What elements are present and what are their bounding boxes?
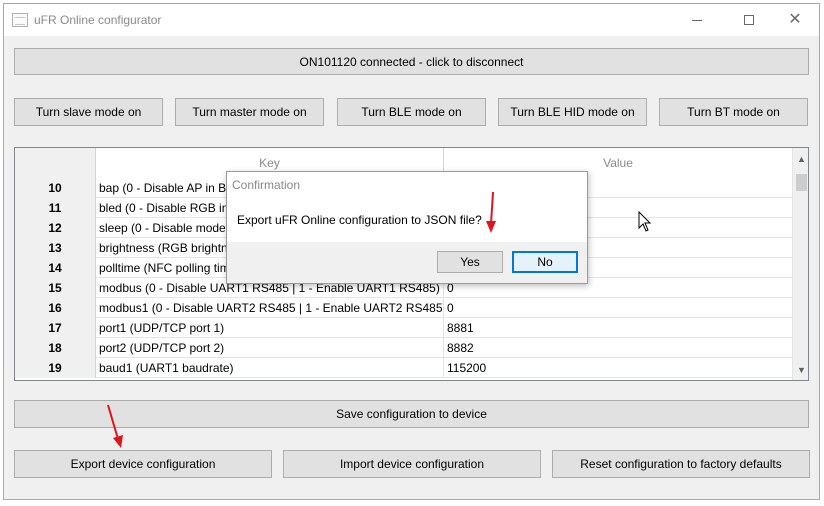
row-key[interactable]: port2 (UDP/TCP port 2) xyxy=(96,338,444,358)
save-configuration-button[interactable]: Save configuration to device xyxy=(14,400,809,428)
row-value[interactable]: 8881 xyxy=(444,318,792,338)
vertical-scrollbar[interactable]: ▲ ▼ xyxy=(792,148,808,380)
row-value[interactable]: 0 xyxy=(444,298,792,318)
mouse-cursor-icon xyxy=(638,211,652,232)
minimize-icon xyxy=(692,19,702,21)
scroll-down-icon[interactable]: ▼ xyxy=(793,361,808,378)
row-number[interactable]: 10 xyxy=(15,178,96,198)
disconnect-button[interactable]: ON101120 connected - click to disconnect xyxy=(14,48,809,75)
row-number[interactable]: 15 xyxy=(15,278,96,298)
dialog-title: Confirmation xyxy=(232,178,301,192)
grid-corner[interactable] xyxy=(15,148,96,178)
bt-mode-button[interactable]: Turn BT mode on xyxy=(659,98,808,126)
row-number[interactable]: 12 xyxy=(15,218,96,238)
yes-button[interactable]: Yes xyxy=(437,251,503,273)
export-configuration-button[interactable]: Export device configuration xyxy=(14,450,272,478)
master-mode-button[interactable]: Turn master mode on xyxy=(175,98,324,126)
scroll-up-icon[interactable]: ▲ xyxy=(793,150,808,167)
row-key[interactable]: modbus1 (0 - Disable UART2 RS485 | 1 - E… xyxy=(96,298,444,318)
row-key[interactable]: port1 (UDP/TCP port 1) xyxy=(96,318,444,338)
table-row[interactable]: 18 port2 (UDP/TCP port 2) 8882 xyxy=(15,338,792,358)
row-number[interactable]: 11 xyxy=(15,198,96,218)
maximize-button[interactable] xyxy=(726,4,772,36)
annotation-arrow-icon xyxy=(107,404,123,448)
row-number[interactable]: 13 xyxy=(15,238,96,258)
ble-mode-button[interactable]: Turn BLE mode on xyxy=(337,98,486,126)
no-button[interactable]: No xyxy=(512,251,578,273)
dialog-message: Export uFR Online configuration to JSON … xyxy=(237,213,482,227)
row-number[interactable]: 16 xyxy=(15,298,96,318)
window-title: uFR Online configurator xyxy=(34,13,162,27)
title-bar: uFR Online configurator ✕ xyxy=(4,4,819,36)
ble-hid-mode-button[interactable]: Turn BLE HID mode on xyxy=(498,98,647,126)
app-icon xyxy=(12,13,28,27)
maximize-icon xyxy=(744,15,754,25)
confirmation-dialog: Confirmation Export uFR Online configura… xyxy=(226,171,588,284)
table-row[interactable]: 17 port1 (UDP/TCP port 1) 8881 xyxy=(15,318,792,338)
annotation-arrow-icon xyxy=(486,191,496,233)
table-row[interactable]: 19 baud1 (UART1 baudrate) 115200 xyxy=(15,358,792,378)
slave-mode-button[interactable]: Turn slave mode on xyxy=(14,98,163,126)
row-value[interactable]: 8882 xyxy=(444,338,792,358)
import-configuration-button[interactable]: Import device configuration xyxy=(283,450,541,478)
minimize-button[interactable] xyxy=(674,4,720,36)
close-icon: ✕ xyxy=(788,11,802,28)
table-row[interactable]: 16 modbus1 (0 - Disable UART2 RS485 | 1 … xyxy=(15,298,792,318)
row-number[interactable]: 18 xyxy=(15,338,96,358)
dialog-title-bar: Confirmation xyxy=(227,172,587,198)
reset-configuration-button[interactable]: Reset configuration to factory defaults xyxy=(552,450,810,478)
close-button[interactable]: ✕ xyxy=(772,4,818,36)
row-key[interactable]: baud1 (UART1 baudrate) xyxy=(96,358,444,378)
scroll-thumb[interactable] xyxy=(796,174,807,191)
dialog-body: Export uFR Online configuration to JSON … xyxy=(227,198,587,242)
row-number[interactable]: 14 xyxy=(15,258,96,278)
row-number[interactable]: 19 xyxy=(15,358,96,378)
row-value[interactable]: 115200 xyxy=(444,358,792,378)
row-number[interactable]: 17 xyxy=(15,318,96,338)
